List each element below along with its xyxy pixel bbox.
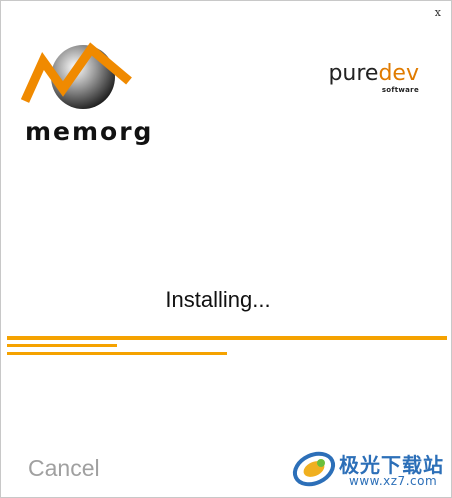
puredev-name-accent: dev [378, 61, 419, 86]
step-progress-bar [7, 344, 117, 347]
overall-progress-bar [7, 336, 447, 340]
puredev-name-main: pure [328, 61, 379, 86]
file-progress-bar [7, 352, 227, 355]
status-text: Installing... [165, 287, 271, 312]
watermark: 极光下载站 www.xz7.com [291, 445, 451, 493]
installer-window: x memorg puredev software Installing... … [0, 0, 452, 498]
overall-progress-track [7, 336, 447, 340]
step-progress-track [7, 344, 447, 348]
watermark-logo-icon [292, 451, 336, 487]
puredev-tagline: software [381, 86, 419, 94]
close-button[interactable]: x [435, 7, 441, 18]
watermark-url: www.xz7.com [349, 474, 438, 488]
memorg-wordmark: memorg [25, 117, 154, 146]
memorg-logo-icon [21, 42, 132, 109]
cancel-button[interactable]: Cancel [28, 455, 100, 482]
file-progress-track [7, 352, 447, 356]
puredev-logo: puredev software [328, 61, 419, 95]
